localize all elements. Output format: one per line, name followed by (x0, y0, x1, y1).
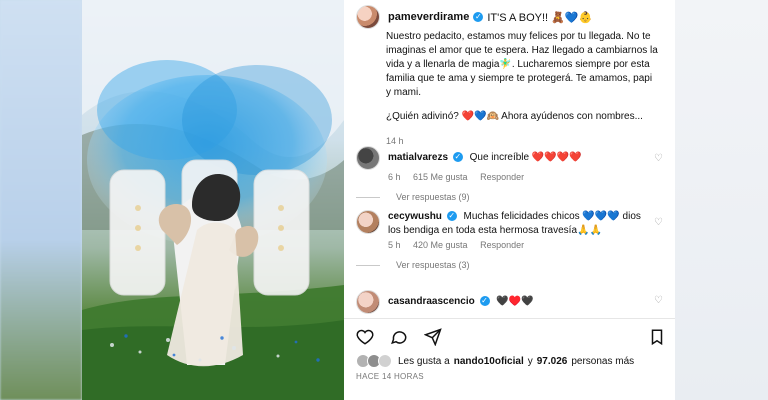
likes-prefix: Les gusta a (398, 355, 450, 367)
comment-text: matialvarezs ✓ Que increíble ❤️❤️❤️❤️ (388, 151, 582, 165)
avatar[interactable] (356, 146, 380, 170)
likes-line: Les gusta a nando10oficial y 97.026 pers… (356, 354, 666, 368)
comment: casandraascencio ✓ 🖤♥️🖤 ♡ (356, 290, 672, 314)
likes-user[interactable]: nando10oficial (454, 356, 524, 367)
caption-paragraph: Nuestro pedacito, estamos muy felices po… (386, 31, 658, 98)
comment-username[interactable]: matialvarezs (388, 152, 448, 163)
comment-likes[interactable]: 615 Me gusta (413, 172, 468, 182)
post-title: IT'S A BOY!! 🧸💙👶 (487, 11, 593, 24)
header-text: pameverdirame ✓ IT'S A BOY!! 🧸💙👶 (388, 11, 592, 24)
comment-icon[interactable] (390, 328, 408, 346)
post-media[interactable] (82, 0, 344, 400)
avatar (378, 354, 392, 368)
comment-body: Que increíble ❤️❤️❤️❤️ (469, 152, 582, 163)
verified-badge-icon: ✓ (452, 152, 463, 163)
comment-time: 5 h (388, 240, 401, 250)
comment-username[interactable]: casandraascencio (388, 296, 475, 307)
verified-badge-icon: ✓ (473, 12, 484, 22)
view-replies-button[interactable]: Ver respuestas (3) (356, 260, 672, 270)
comment-reply-button[interactable]: Responder (480, 172, 524, 182)
verified-badge-icon: ✓ (446, 211, 457, 222)
caption-paragraph: ¿Quién adivinó? ❤️💙🙉 Ahora ayúdenos con … (386, 111, 643, 122)
photo-illustration (82, 0, 344, 400)
comment-time: 6 h (388, 172, 401, 182)
bookmark-icon[interactable] (648, 328, 666, 346)
likes-count[interactable]: 97.026 (537, 356, 568, 367)
avatar[interactable] (356, 290, 380, 314)
comment-reply-button[interactable]: Responder (480, 240, 524, 250)
comment: matialvarezs ✓ Que increíble ❤️❤️❤️❤️ 6 … (356, 146, 672, 202)
comment-meta: 6 h 615 Me gusta Responder (356, 172, 672, 182)
likes-suffix: personas más (571, 355, 635, 367)
comment-like-heart-icon[interactable]: ♡ (654, 154, 664, 164)
share-icon[interactable] (423, 328, 442, 347)
background-right (675, 0, 768, 400)
comment-meta: 5 h 420 Me gusta Responder (356, 240, 672, 250)
comment-like-heart-icon[interactable]: ♡ (654, 296, 664, 306)
heart-icon[interactable] (356, 328, 374, 346)
liked-by-avatars (356, 354, 392, 368)
comment-likes[interactable]: 420 Me gusta (413, 240, 468, 250)
comment-text: cecywushu ✓ Muchas felicidades chicos 💙💙… (388, 210, 648, 238)
post-caption: Nuestro pedacito, estamos muy felices po… (386, 30, 658, 148)
post-time: HACE 14 HORAS (356, 372, 424, 381)
avatar[interactable] (356, 210, 380, 234)
post-username[interactable]: pameverdirame (388, 11, 469, 23)
comment-text: casandraascencio ✓ 🖤♥️🖤 (388, 295, 534, 309)
post-modal: pameverdirame ✓ IT'S A BOY!! 🧸💙👶 Nuestro… (82, 0, 675, 400)
post-actions (356, 326, 666, 348)
avatar[interactable] (356, 5, 380, 29)
comment: cecywushu ✓ Muchas felicidades chicos 💙💙… (356, 210, 672, 270)
comment-body: 🖤♥️🖤 (496, 296, 534, 307)
verified-badge-icon: ✓ (479, 296, 490, 307)
comment-like-heart-icon[interactable]: ♡ (654, 218, 664, 228)
comment-username[interactable]: cecywushu (388, 211, 442, 222)
view-replies-button[interactable]: Ver respuestas (9) (356, 192, 672, 202)
divider (344, 318, 675, 319)
post-side-panel: pameverdirame ✓ IT'S A BOY!! 🧸💙👶 Nuestro… (344, 0, 675, 400)
post-header: pameverdirame ✓ IT'S A BOY!! 🧸💙👶 (356, 4, 664, 30)
background-left (0, 0, 82, 400)
likes-middle: y (527, 355, 533, 367)
